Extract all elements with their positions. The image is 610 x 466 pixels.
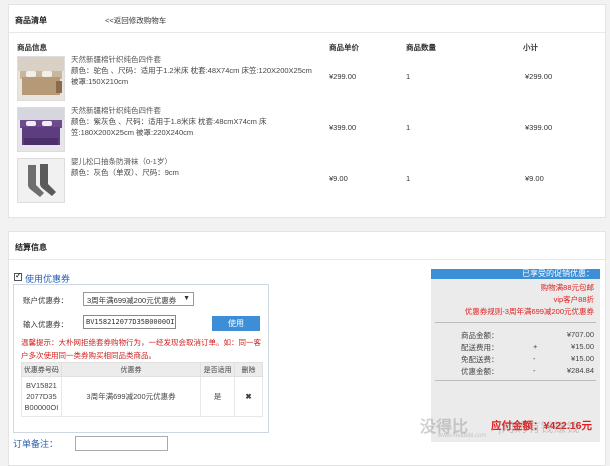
promo-item: 优惠券规则-3周年满699减200元优惠券 (464, 307, 594, 316)
order-summary: 已享受的促销优惠： 购物满88元包邮 vip客户88折 优惠券规则-3周年满69… (431, 269, 600, 442)
divider (9, 259, 605, 260)
col-coupon: 优惠券 (60, 362, 202, 377)
input-coupon-label: 输入优惠券： (23, 320, 68, 329)
col-delete: 删除 (234, 362, 263, 377)
product-spec-cont: 被罩:150X210cm (71, 77, 129, 86)
summary-label: 配送费用： (461, 343, 499, 352)
summary-sign: - (533, 354, 536, 363)
table-row: 婴儿松口抽条防滑袜（0-1岁） 颜色：灰色（单双）、尺码：9cm ¥9.00 1… (9, 155, 605, 206)
order-remark-label: 订单备注： (13, 439, 59, 449)
product-list-title: 商品清单 (15, 16, 47, 25)
summary-value: ¥15.00 (571, 342, 594, 351)
subtotal: ¥9.00 (525, 174, 544, 183)
product-info: 婴儿松口抽条防滑袜（0-1岁） 颜色：灰色（单双）、尺码：9cm (71, 156, 331, 178)
summary-label: 商品金额： (461, 331, 499, 340)
promo-item: vip客户88折 (553, 295, 594, 304)
order-remark-input[interactable] (75, 436, 168, 451)
col-coupon-code: 优惠券号码 (21, 362, 62, 377)
quantity: 1 (406, 174, 411, 183)
product-thumbnail[interactable] (17, 56, 65, 101)
coupon-name: 3周年满699减200元优惠券 (60, 376, 202, 417)
summary-label: 优惠金额： (461, 367, 499, 376)
unit-price: ¥399.00 (329, 123, 357, 132)
product-thumbnail[interactable] (17, 158, 65, 203)
product-spec-cont: 笠:180X200X25cm 被罩:220X240cm (71, 128, 194, 137)
product-name[interactable]: 婴儿松口抽条防滑袜（0-1岁） (71, 156, 331, 167)
amount-due: 应付金额：¥422.16元 (491, 418, 592, 433)
header-unit-price: 商品单价 (329, 43, 359, 52)
product-name[interactable]: 天然新疆棉针织纯色四件套 (71, 105, 331, 116)
quantity: 1 (406, 123, 411, 132)
col-applicable: 是否适用 (200, 362, 236, 377)
use-coupon-button[interactable]: 使用 (212, 316, 260, 331)
product-spec: 颜色：紫灰色 、尺码：适用于1.8米床 枕套:48cmX74cm 床 (71, 117, 267, 126)
amount-due-label: 应付金额： (491, 420, 544, 432)
account-coupon-select[interactable]: 3周年满699减200元优惠券 ▼ (83, 292, 194, 306)
product-spec: 颜色：驼色 、尺码：适用于1.2米床 枕套:48X74cm 床笠:120X200… (71, 66, 312, 75)
summary-sign: + (533, 342, 538, 351)
summary-sign: - (533, 366, 536, 375)
header-product-info: 商品信息 (17, 43, 47, 52)
product-spec: 颜色：灰色（单双）、尺码：9cm (71, 168, 179, 177)
summary-label: 免配送费： (461, 355, 499, 364)
summary-value: ¥284.84 (566, 366, 594, 375)
promo-header: 已享受的促销优惠： (431, 269, 600, 279)
promo-item: 购物满88元包邮 (540, 283, 594, 292)
product-name[interactable]: 天然新疆棉针织纯色四件套 (71, 54, 331, 65)
summary-value: ¥15.00 (571, 354, 594, 363)
unit-price: ¥9.00 (329, 174, 348, 183)
divider (435, 322, 596, 323)
product-thumbnail[interactable] (17, 107, 65, 152)
coupon-table: 优惠券号码 优惠券 是否适用 删除 BV158212077D35B00000OI… (21, 362, 263, 417)
divider (9, 32, 605, 33)
header-quantity: 商品数量 (406, 43, 436, 52)
use-coupon-checkbox[interactable] (14, 271, 22, 281)
coupon-code-input[interactable]: BV158212077D35B0000OI (83, 315, 176, 329)
amount-due-value: ¥422.16元 (543, 420, 592, 432)
coupon-code: BV158212077D35B00000OI (21, 376, 62, 417)
table-row: 天然新疆棉针织纯色四件套 颜色：驼色 、尺码：适用于1.2米床 枕套:48X74… (9, 53, 605, 104)
applicable-value: 是 (200, 376, 236, 417)
account-coupon-label: 账户优惠券： (23, 296, 68, 305)
header-subtotal: 小计 (523, 43, 538, 52)
subtotal: ¥299.00 (525, 72, 553, 81)
warning-text: 温馨提示：大朴网拒绝套券购物行为，一经发现会取消订单。如：同一客户多次使用同一类… (21, 338, 261, 360)
quantity: 1 (406, 72, 411, 81)
product-info: 天然新疆棉针织纯色四件套 颜色：驼色 、尺码：适用于1.2米床 枕套:48X74… (71, 54, 331, 87)
settlement-panel: 结算信息 使用优惠券 账户优惠券： 3周年满699减200元优惠券 ▼ 输入优惠… (8, 231, 606, 466)
back-to-cart-link[interactable]: <<返回修改购物车 (105, 15, 166, 26)
unit-price: ¥299.00 (329, 72, 357, 81)
account-coupon-selected: 3周年满699减200元优惠券 (87, 296, 177, 305)
table-row: 天然新疆棉针织纯色四件套 颜色：紫灰色 、尺码：适用于1.8米床 枕套:48cm… (9, 104, 605, 155)
chevron-down-icon: ▼ (183, 295, 190, 302)
summary-value: ¥707.00 (566, 330, 594, 339)
settlement-title: 结算信息 (15, 243, 47, 252)
delete-icon[interactable]: ✖ (234, 376, 263, 417)
subtotal: ¥399.00 (525, 123, 553, 132)
product-list-panel: 商品清单 <<返回修改购物车 商品信息 商品单价 商品数量 小计 天然新疆棉针织… (8, 4, 606, 218)
product-info: 天然新疆棉针织纯色四件套 颜色：紫灰色 、尺码：适用于1.8米床 枕套:48cm… (71, 105, 331, 138)
table-row: BV158212077D35B00000OI 3周年满699减200元优惠券 是… (21, 376, 263, 417)
divider (435, 380, 596, 381)
